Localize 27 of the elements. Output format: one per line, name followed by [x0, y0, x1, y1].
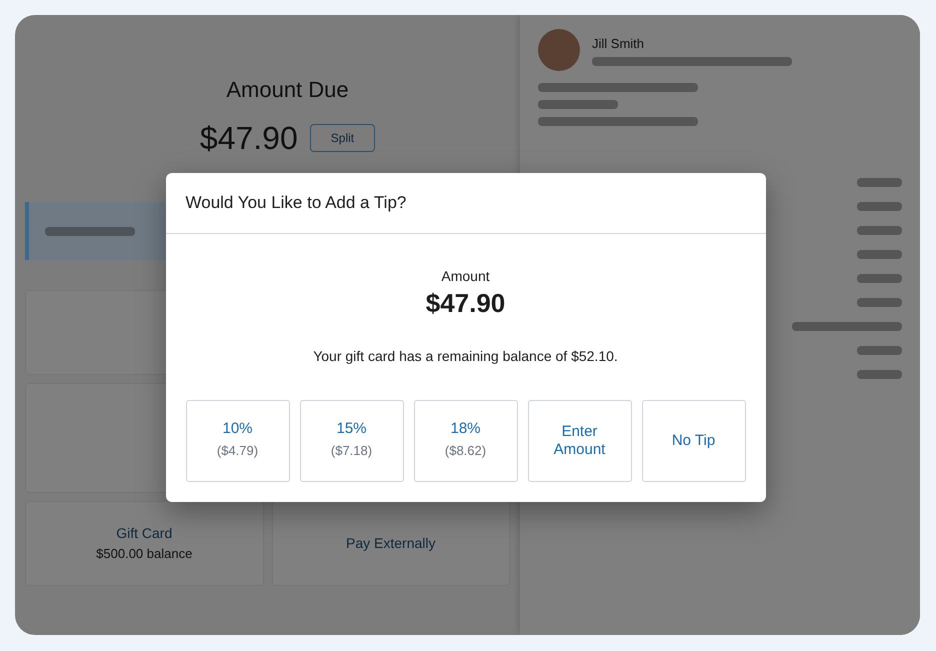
- tip-option-button[interactable]: No Tip: [642, 400, 746, 482]
- blurred-text-line: [857, 178, 902, 187]
- split-button[interactable]: Split: [310, 124, 376, 152]
- blurred-text-line: [857, 274, 902, 283]
- blurred-text-line: [857, 346, 902, 355]
- blurred-text-line: [857, 298, 902, 307]
- blurred-text-line: [857, 202, 902, 211]
- amount-label: Amount: [441, 267, 490, 286]
- blurred-text-line: [857, 250, 902, 259]
- tip-option-button[interactable]: 10% ($4.79): [186, 400, 290, 482]
- payment-tile[interactable]: Gift Card $500.00 balance: [25, 501, 264, 586]
- tile-label: Pay Externally: [346, 534, 436, 553]
- amount-value: $47.90: [426, 287, 506, 320]
- dialog-title: Would You Like to Add a Tip?: [186, 192, 406, 214]
- tip-option-button[interactable]: 15% ($7.18): [300, 400, 404, 482]
- avatar: [538, 29, 580, 71]
- tip-option-button[interactable]: Enter Amount: [528, 400, 632, 482]
- customer-name: Jill Smith: [592, 34, 646, 53]
- blurred-text-line: [857, 226, 902, 235]
- tile-detail: $500.00 balance: [96, 545, 192, 564]
- amount-due-value: $47.90: [200, 119, 298, 158]
- balance-message: Your gift card has a remaining balance of $52.10.: [313, 346, 618, 366]
- tile-label: Gift Card: [116, 524, 172, 544]
- tip-option-button[interactable]: 18% ($8.62): [414, 400, 518, 482]
- payment-tile[interactable]: Pay Externally: [272, 501, 510, 586]
- amount-due-label: Amount Due: [226, 76, 349, 104]
- blurred-text-line: [857, 370, 902, 379]
